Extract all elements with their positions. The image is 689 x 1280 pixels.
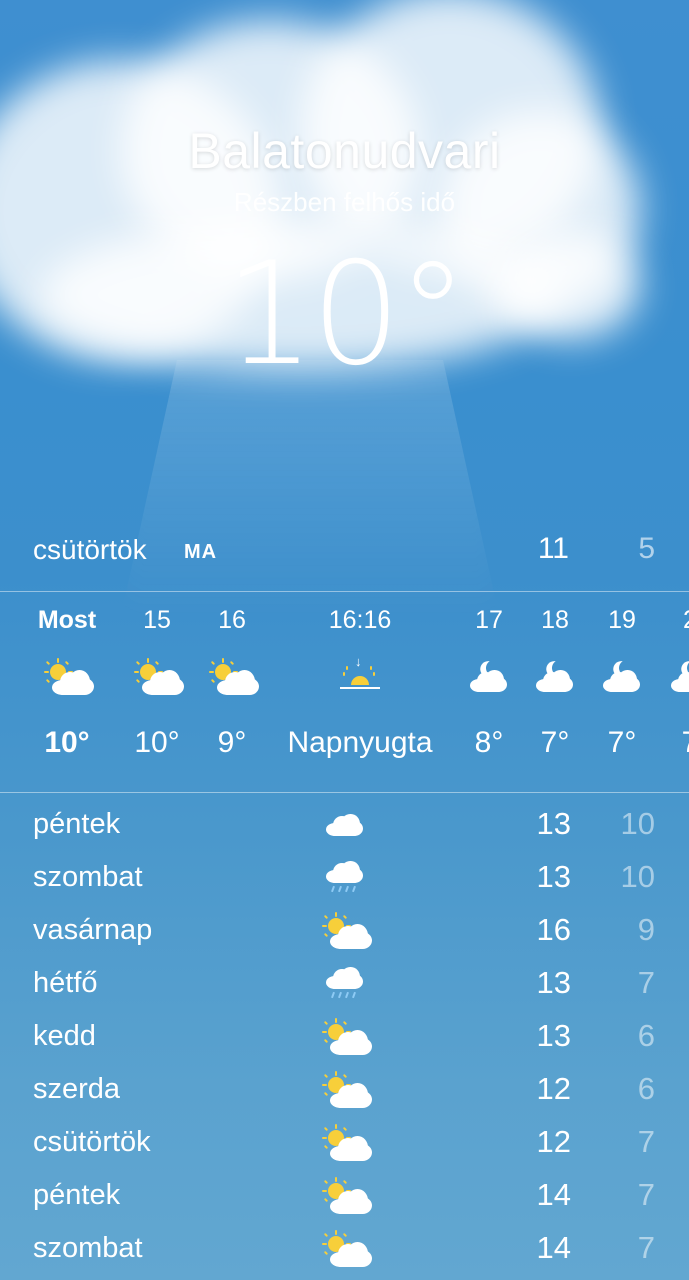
partly-cloudy-day-icon bbox=[322, 912, 372, 952]
daily-high: 14 bbox=[536, 1230, 571, 1265]
rain-icon bbox=[322, 965, 368, 1005]
partly-cloudy-day-icon bbox=[322, 1018, 372, 1058]
partly-cloudy-day-icon bbox=[209, 658, 259, 698]
daily-low: 7 bbox=[637, 1177, 655, 1212]
daily-high: 13 bbox=[536, 859, 571, 894]
sun-rays bbox=[120, 360, 500, 620]
daily-high: 13 bbox=[536, 965, 571, 1000]
daily-row: szombat 13 10 bbox=[0, 853, 689, 906]
hourly-time: 2 bbox=[645, 600, 689, 640]
daily-day: szombat bbox=[33, 1232, 143, 1264]
partly-cloudy-day-icon bbox=[44, 658, 94, 698]
daily-row: szerda 12 6 bbox=[0, 1065, 689, 1118]
hourly-item: 16 9° bbox=[187, 600, 277, 760]
daily-low: 6 bbox=[637, 1018, 655, 1053]
partly-cloudy-night-icon bbox=[599, 658, 645, 698]
partly-cloudy-day-icon bbox=[322, 1230, 372, 1270]
daily-high: 12 bbox=[536, 1124, 571, 1159]
today-low: 5 bbox=[638, 532, 655, 565]
today-summary: csütörtök MA 11 5 bbox=[0, 530, 689, 574]
hourly-temp: 7 bbox=[645, 726, 689, 760]
daily-day: vasárnap bbox=[33, 914, 153, 946]
daily-high: 13 bbox=[536, 1018, 571, 1053]
current-temperature: 10° bbox=[224, 232, 469, 397]
daily-day: csütörtök bbox=[33, 1126, 151, 1158]
daily-day: szerda bbox=[33, 1073, 121, 1105]
city-name: Balatonudvari bbox=[188, 123, 501, 179]
daily-low: 6 bbox=[637, 1071, 655, 1106]
partly-cloudy-night-icon bbox=[667, 658, 689, 698]
daily-row: péntek 14 7 bbox=[0, 1171, 689, 1224]
daily-row: kedd 13 6 bbox=[0, 1012, 689, 1065]
partly-cloudy-night-icon bbox=[532, 658, 578, 698]
hourly-item: 16:16 ↓ Napnyugta bbox=[270, 600, 450, 760]
partly-cloudy-day-icon bbox=[322, 1071, 372, 1111]
daily-row: csütörtök 12 7 bbox=[0, 1118, 689, 1171]
daily-low: 9 bbox=[637, 912, 655, 947]
partly-cloudy-night-icon bbox=[466, 658, 512, 698]
daily-day: kedd bbox=[33, 1020, 96, 1052]
hourly-item: 27 bbox=[645, 600, 689, 760]
daily-low: 10 bbox=[620, 859, 655, 894]
daily-low: 7 bbox=[637, 965, 655, 1000]
condition-text: Részben felhős idő bbox=[233, 187, 456, 217]
hourly-time: 16 bbox=[218, 606, 246, 634]
daily-low: 7 bbox=[637, 1124, 655, 1159]
today-high: 11 bbox=[537, 532, 569, 565]
daily-low: 7 bbox=[637, 1230, 655, 1265]
partly-cloudy-day-icon bbox=[322, 1124, 372, 1164]
daily-row: szombat 14 7 bbox=[0, 1224, 689, 1277]
daily-day: péntek bbox=[33, 808, 121, 840]
hourly-forecast[interactable]: Most 10° 15 10° 16 9° 16:16 ↓ Napnyugta 17 8° 18 7° 1… bbox=[0, 600, 689, 780]
hourly-time: 16:16 bbox=[328, 606, 392, 634]
daily-high: 16 bbox=[536, 912, 571, 947]
daily-day: szombat bbox=[33, 861, 143, 893]
daily-day: hétfő bbox=[33, 967, 98, 999]
daily-high: 14 bbox=[536, 1177, 571, 1212]
cloud-icon bbox=[322, 806, 368, 846]
hourly-temp: 9° bbox=[217, 726, 247, 759]
daily-low: 10 bbox=[620, 806, 655, 841]
daily-row: péntek 13 10 bbox=[0, 800, 689, 853]
daily-high: 12 bbox=[536, 1071, 571, 1106]
daily-day: péntek bbox=[33, 1179, 121, 1211]
divider-top bbox=[0, 591, 689, 592]
hourly-item: Most 10° bbox=[22, 600, 112, 760]
sunset-icon: ↓ bbox=[337, 654, 383, 698]
hourly-time: Most bbox=[37, 606, 97, 634]
today-badge: MA bbox=[184, 541, 218, 563]
partly-cloudy-day-icon bbox=[134, 658, 184, 698]
daily-row: hétfő 13 7 bbox=[0, 959, 689, 1012]
partly-cloudy-day-icon bbox=[322, 1177, 372, 1217]
daily-row: vasárnap 16 9 bbox=[0, 906, 689, 959]
divider-bottom bbox=[0, 792, 689, 793]
rain-icon bbox=[322, 859, 368, 899]
hourly-temp: Napnyugta bbox=[287, 726, 433, 759]
today-day: csütörtök bbox=[33, 534, 147, 565]
daily-high: 13 bbox=[536, 806, 571, 841]
hourly-temp: 10° bbox=[44, 726, 90, 759]
